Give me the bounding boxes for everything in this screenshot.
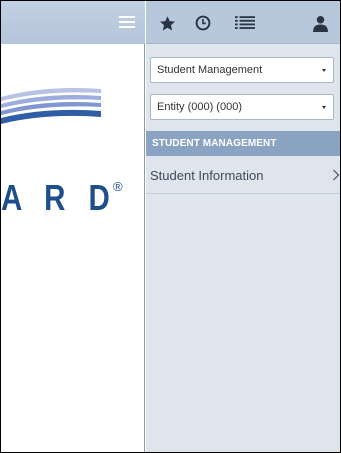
module-select-value: Student Management	[157, 64, 263, 76]
clock-icon[interactable]	[193, 13, 213, 33]
section-header: STUDENT MANAGEMENT	[146, 131, 340, 156]
entity-select[interactable]: Entity (000) (000)	[150, 94, 334, 120]
logo-swoosh-graphic	[1, 88, 101, 124]
registered-mark: ®	[113, 179, 123, 194]
user-icon[interactable]	[310, 13, 330, 33]
side-panel: Student Management Entity (000) (000) ST…	[146, 1, 340, 452]
module-select[interactable]: Student Management	[150, 57, 334, 83]
chevron-down-icon	[322, 69, 326, 72]
logo-wordmark: A R D	[1, 177, 118, 218]
top-bar	[1, 1, 145, 44]
menu-item-student-information[interactable]: Student Information	[146, 156, 340, 194]
chevron-right-icon	[333, 169, 340, 181]
main-content-area: A R D ®	[1, 1, 145, 452]
chevron-down-icon	[322, 106, 326, 109]
entity-select-value: Entity (000) (000)	[157, 101, 242, 113]
panel-toolbar	[146, 1, 340, 44]
hamburger-menu-icon[interactable]	[119, 16, 135, 29]
menu-item-label: Student Information	[150, 168, 264, 183]
list-icon[interactable]	[235, 13, 255, 33]
app-window: A R D ® Student Management Entity (000) …	[0, 0, 341, 453]
star-icon[interactable]	[157, 13, 177, 33]
